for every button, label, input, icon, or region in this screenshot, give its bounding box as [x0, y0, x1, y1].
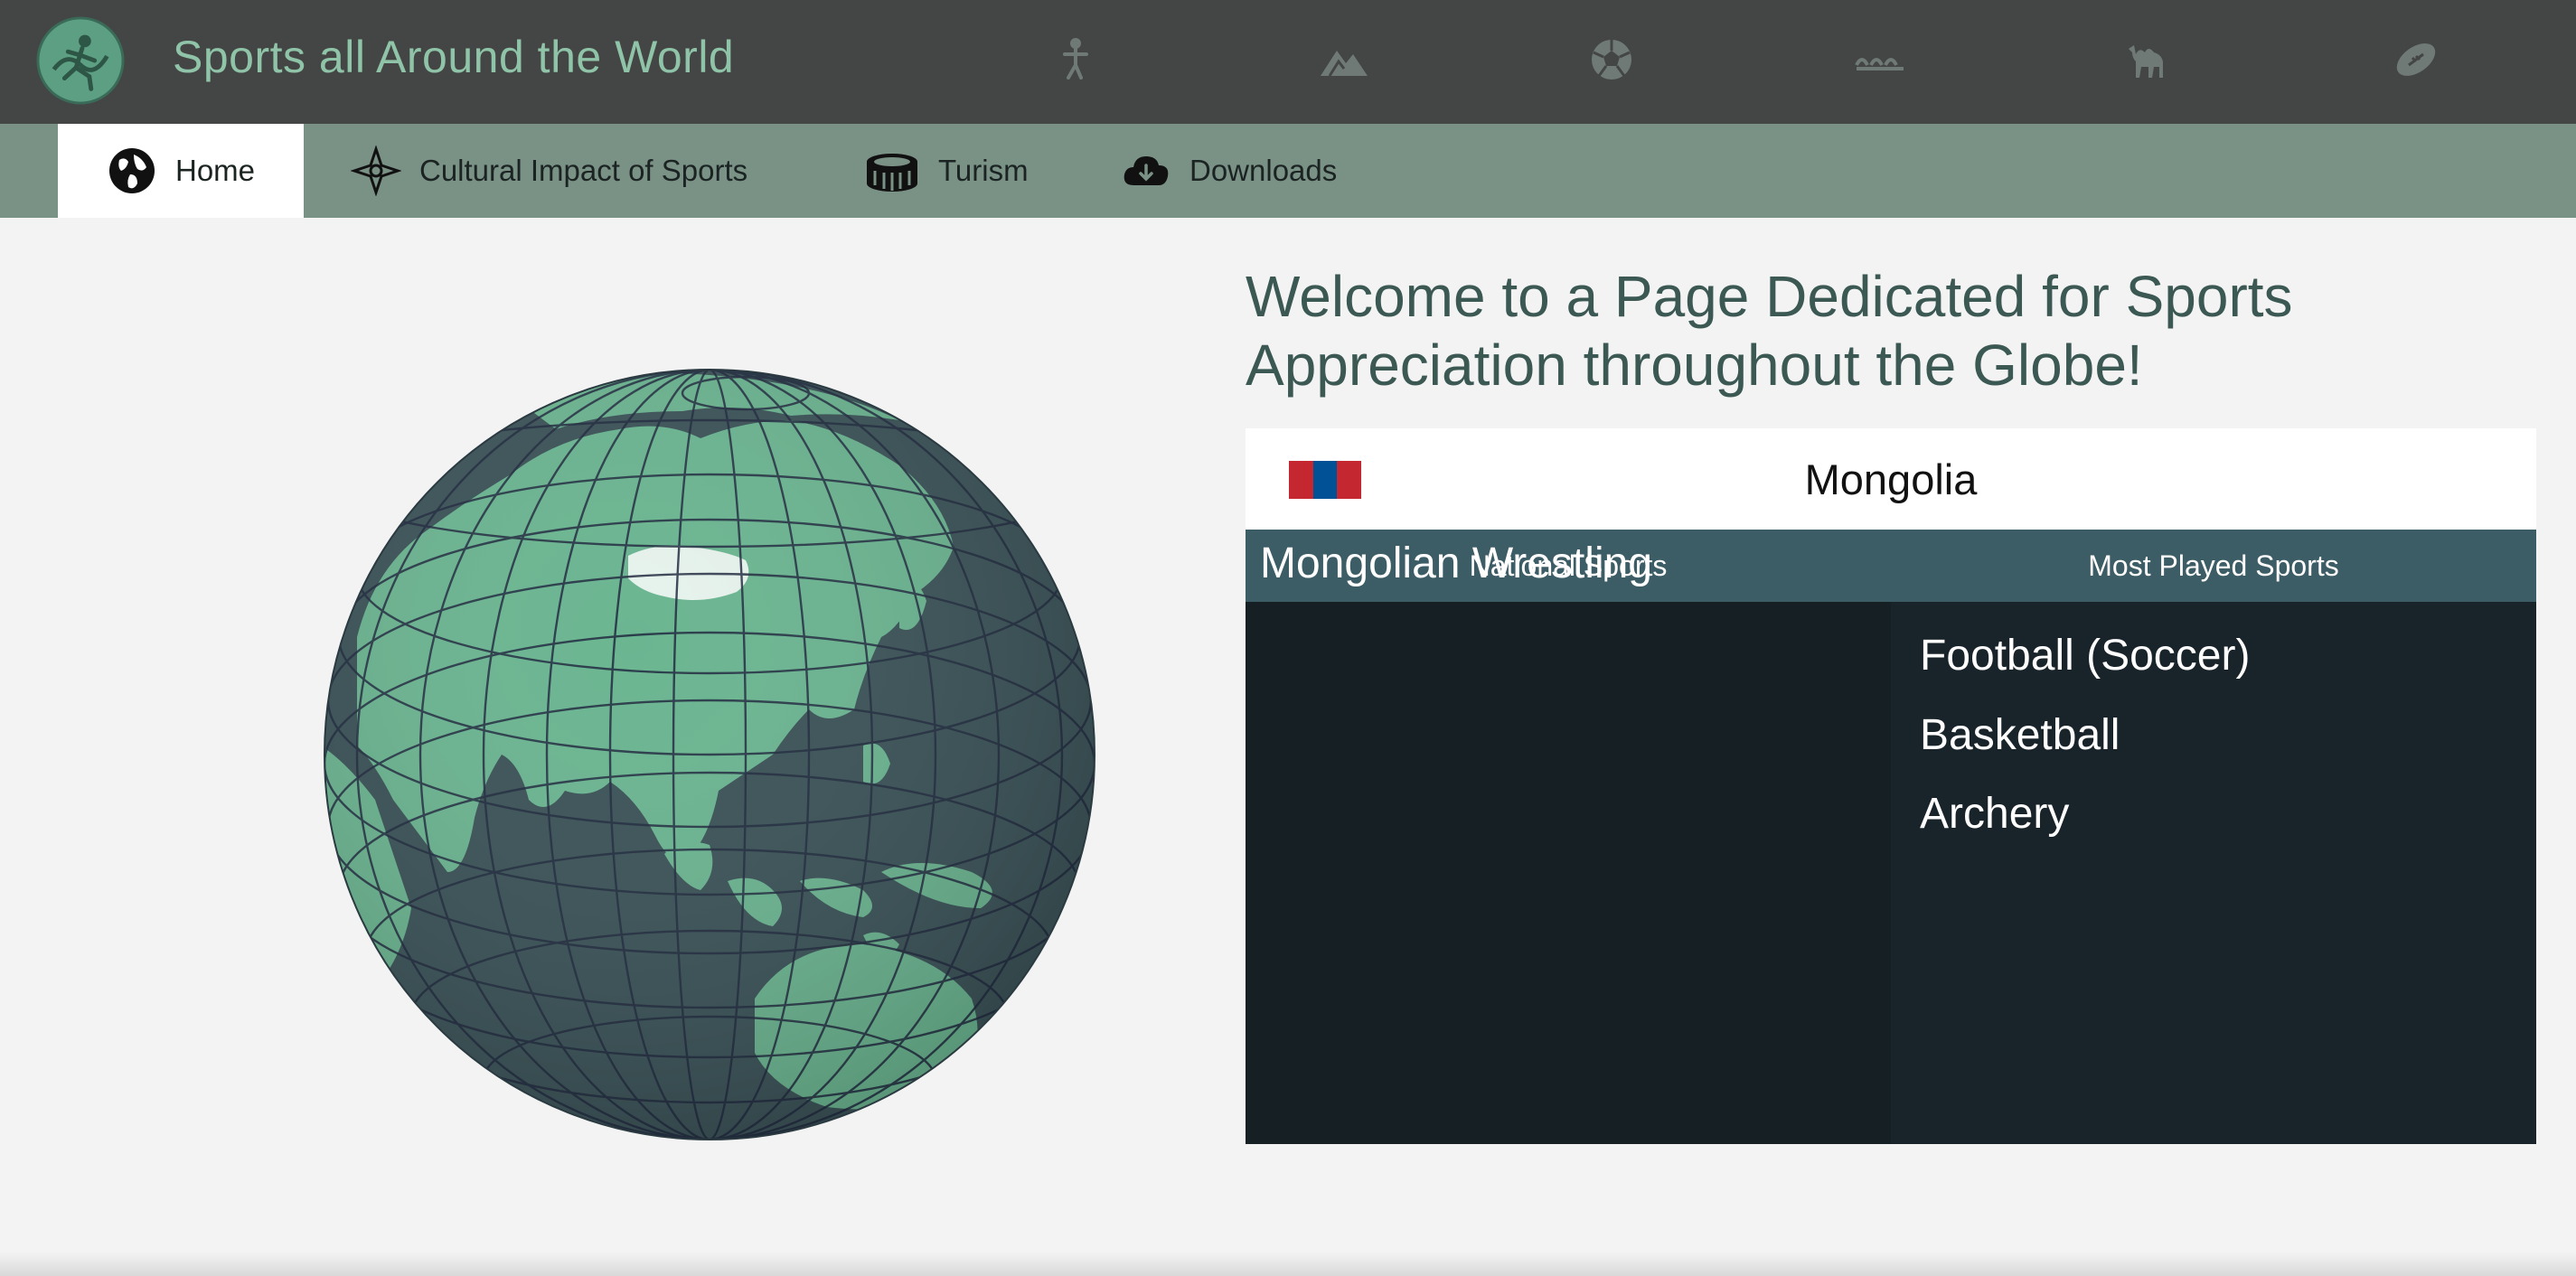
most-played-item: Basketball	[1920, 711, 2120, 759]
site-title[interactable]: Sports all Around the World	[173, 27, 734, 87]
stadium-icon	[864, 145, 920, 196]
tab-downloads[interactable]: Downloads	[1121, 124, 1337, 218]
flag-stripe-right	[1337, 461, 1362, 499]
country-name: Mongolia	[1804, 455, 1978, 503]
runner-globe-logo-icon[interactable]	[36, 16, 125, 105]
main-nav: Home Cultural Impact of Sports Turism Do…	[0, 124, 2576, 218]
tab-cultural-impact-label: Cultural Impact of Sports	[419, 154, 748, 187]
welcome-heading: Welcome to a Page Dedicated for Sports A…	[1246, 264, 2293, 398]
most-played-item: Football (Soccer)	[1920, 632, 2251, 680]
most-played-column: Most Played Sports Football (Soccer) Bas…	[1891, 530, 2536, 1144]
tab-turism[interactable]: Turism	[864, 124, 1029, 218]
country-card: Mongolia	[1246, 428, 2536, 530]
mountains-icon[interactable]	[1317, 34, 1371, 85]
flag-stripe-left	[1289, 461, 1313, 499]
tab-downloads-label: Downloads	[1189, 154, 1338, 187]
gymnast-icon[interactable]	[1048, 34, 1103, 85]
most-played-header: Most Played Sports	[1891, 530, 2536, 602]
compass-ornament-icon	[350, 145, 402, 197]
tab-home[interactable]: Home	[58, 124, 304, 218]
globe-icon	[107, 145, 157, 196]
most-played-item: Archery	[1920, 790, 2070, 838]
tab-home-label: Home	[175, 154, 256, 187]
camel-icon[interactable]	[2121, 34, 2176, 85]
national-sport-item: Mongolian Wrestling	[1260, 539, 1652, 587]
flag-stripe-middle	[1312, 461, 1338, 499]
top-header: Sports all Around the World	[0, 0, 2576, 124]
page-bottom-edge	[0, 1252, 2576, 1276]
soccer-ball-icon[interactable]	[1584, 34, 1639, 85]
interactive-globe[interactable]	[321, 366, 1098, 1143]
sports-table: National Sports Mongolian Wrestling Most…	[1246, 530, 2536, 1144]
mongolia-flag-icon	[1289, 461, 1362, 499]
national-sports-column: National Sports Mongolian Wrestling	[1246, 530, 1891, 1144]
waves-icon[interactable]	[1853, 34, 1907, 85]
tab-cultural-impact[interactable]: Cultural Impact of Sports	[350, 124, 748, 218]
cloud-download-icon	[1121, 145, 1171, 196]
tab-turism-label: Turism	[938, 154, 1029, 187]
american-football-icon[interactable]	[2389, 34, 2443, 85]
